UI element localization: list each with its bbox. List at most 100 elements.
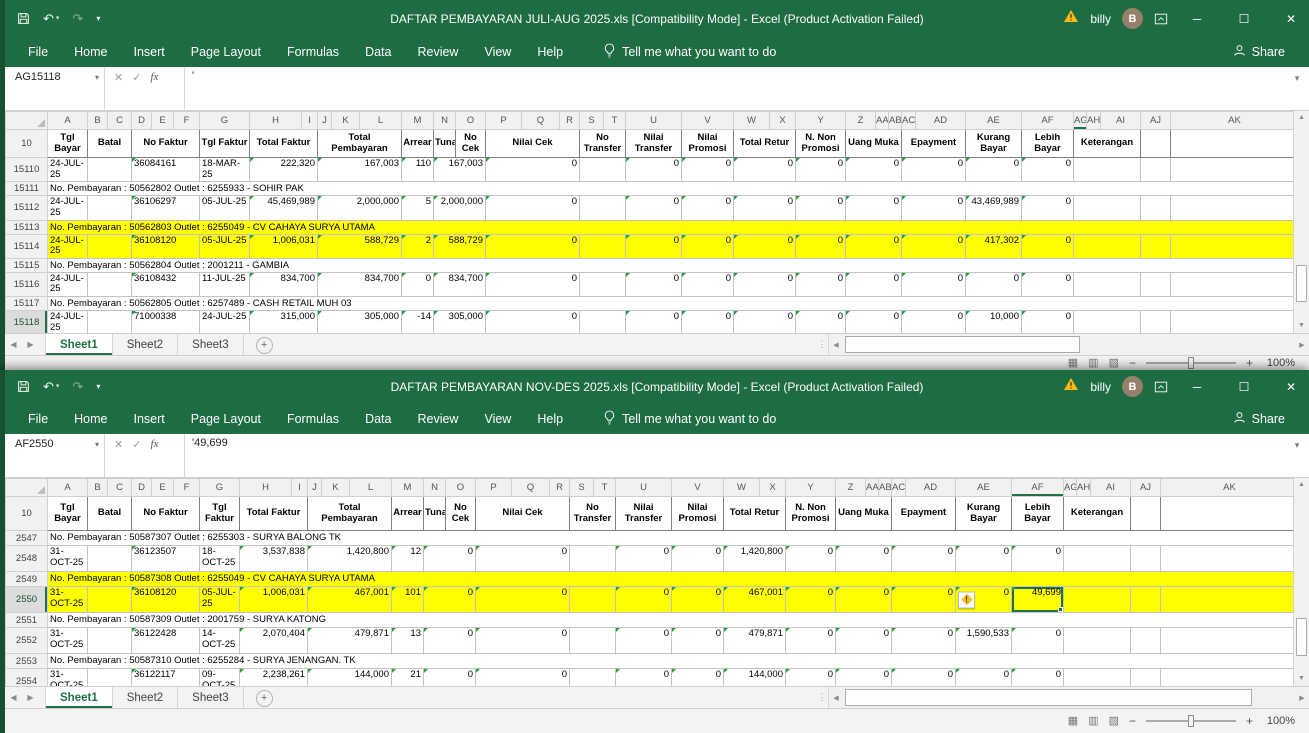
header-cell-tgl-bayar[interactable]: Tgl Bayar [48,497,88,531]
cell-AG2548[interactable] [1064,546,1131,572]
cell-A2548[interactable]: 31-OCT-25 [48,546,88,572]
column-header-Q[interactable]: Q [512,479,550,497]
group-label-cell[interactable]: No. Pembayaran : 50562802 Outlet : 62559… [48,182,1299,196]
cell-AC15118[interactable]: 0 [902,311,966,334]
ribbon-tab-help[interactable]: Help [524,412,576,426]
sheet-nav-left-icon[interactable]: ◀ [5,687,22,708]
cell-Z15112[interactable]: 0 [846,196,902,220]
cell-G15110[interactable]: 18-MAR-25 [200,158,250,182]
cell-AF2548[interactable]: 0 [1012,546,1064,572]
header-cell-keterangan[interactable]: Keterangan [1064,497,1131,531]
cell-AE15112[interactable]: 43,469,989 [966,196,1022,220]
cell-AK2550[interactable] [1161,587,1299,613]
header-cell-total-retur[interactable]: Total Retur [734,130,796,158]
cell-P15110[interactable]: 0 [486,158,580,182]
column-header-Q[interactable]: Q [522,112,560,130]
cell-A15112[interactable]: 24-JUL-25 [48,196,88,220]
cell-AG15110[interactable] [1074,158,1141,182]
column-header-Y[interactable]: Y [786,479,836,497]
scroll-right-icon[interactable]: ▶ [1295,694,1309,702]
column-header-AD[interactable]: AD [916,112,966,130]
cell-H15116[interactable]: 834,700 [250,272,318,296]
header-cell-n-non-promosi[interactable]: N. Non Promosi [796,130,846,158]
cell-A2550[interactable]: 31-OCT-25 [48,587,88,613]
zoom-slider[interactable] [1146,720,1236,722]
row-header-2554[interactable]: 2554 [6,669,48,687]
tab-splitter[interactable]: ⋮ [816,687,828,708]
row-header-10[interactable]: 10 [6,130,48,158]
sheet-tab-sheet2[interactable]: Sheet2 [113,687,178,708]
group-label-cell[interactable]: No. Pembayaran : 50587309 Outlet : 20017… [48,613,1299,628]
column-header-E[interactable]: E [152,112,174,130]
sheet-tab-sheet2[interactable]: Sheet2 [113,334,178,355]
cell-Y2552[interactable]: 0 [786,628,836,654]
cell-A15114[interactable]: 24-JUL-25 [48,234,88,258]
tell-me-box[interactable]: Tell me what you want to do [604,43,776,61]
cell-G15114[interactable]: 05-JUL-25 [200,234,250,258]
user-avatar[interactable]: B [1122,8,1143,29]
redo-icon[interactable]: ↷ [72,380,83,393]
header-cell-arrear[interactable]: Arrear [392,497,424,531]
column-header-AG[interactable]: AG [1074,112,1087,130]
cell-M15118[interactable]: -14 [402,311,434,334]
cell-Z2550[interactable]: 0 [836,587,892,613]
cell-AC15112[interactable]: 0 [902,196,966,220]
column-header-L[interactable]: L [360,112,402,130]
cell-D2552[interactable]: 36122428 [132,628,200,654]
cell-W2550[interactable]: 467,001 [724,587,786,613]
minimize-button[interactable]: ─ [1179,0,1215,37]
ribbon-tab-insert[interactable]: Insert [121,412,178,426]
cell-AC2554[interactable]: 0 [892,669,956,687]
ribbon-tab-insert[interactable]: Insert [121,45,178,59]
zoom-level[interactable]: 100% [1263,715,1295,727]
column-header-AC[interactable]: AC [892,479,906,497]
cell-S15118[interactable] [580,311,626,334]
cell-AK15110[interactable] [1171,158,1299,182]
sheet-nav-right-icon[interactable]: ▶ [22,687,39,708]
cell-Y15118[interactable]: 0 [796,311,846,334]
row-header-2551[interactable]: 2551 [6,613,48,628]
ribbon-tab-data[interactable]: Data [352,45,404,59]
cell-AE2554[interactable]: 0 [956,669,1012,687]
cell-AK15118[interactable] [1171,311,1299,334]
cell-S15116[interactable] [580,272,626,296]
column-header-AJ[interactable]: AJ [1131,479,1161,497]
column-header-AH[interactable]: AH [1077,479,1091,497]
cell-AC15110[interactable]: 0 [902,158,966,182]
new-sheet-button[interactable]: + [256,690,273,707]
cell-AK2554[interactable] [1161,669,1299,687]
zoom-slider-thumb[interactable] [1188,357,1194,369]
scroll-left-icon[interactable]: ◀ [829,341,843,349]
ribbon-display-options-icon[interactable] [1154,12,1168,26]
cell-N2550[interactable]: 0 [424,587,476,613]
page-break-view-icon[interactable]: ▧ [1109,716,1119,727]
column-header-W[interactable]: W [724,479,760,497]
cell-AJ15110[interactable] [1141,158,1171,182]
cell-V15118[interactable]: 0 [682,311,734,334]
enter-icon[interactable]: ✓ [132,438,141,451]
column-header-H[interactable]: H [240,479,292,497]
cell-J2554[interactable]: 144,000 [308,669,392,687]
header-cell-empty[interactable] [1161,497,1299,531]
scroll-left-icon[interactable]: ◀ [829,694,843,702]
cell-AJ2550[interactable] [1131,587,1161,613]
header-cell-total-retur[interactable]: Total Retur [724,497,786,531]
row-header-15118[interactable]: 15118 [6,311,48,334]
cell-G15118[interactable]: 24-JUL-25 [200,311,250,334]
cell-V2550[interactable]: 0 [672,587,724,613]
cell-A2552[interactable]: 31-OCT-25 [48,628,88,654]
cell-AF15114[interactable]: 0 [1022,234,1074,258]
cell-P15114[interactable]: 0 [486,234,580,258]
cell-P2552[interactable]: 0 [476,628,570,654]
cell-AG15118[interactable] [1074,311,1141,334]
cell-AF2554[interactable]: 0 [1012,669,1064,687]
cancel-icon[interactable]: ✕ [114,71,123,84]
column-header-AE[interactable]: AE [956,479,1012,497]
cell-D2550[interactable]: 36108120 [132,587,200,613]
insert-function-icon[interactable]: fx [150,71,158,83]
normal-view-icon[interactable]: ▦ [1068,716,1078,727]
header-cell-nilai-promosi[interactable]: Nilai Promosi [672,497,724,531]
column-header-AK[interactable]: AK [1171,112,1299,130]
cell-W15116[interactable]: 0 [734,272,796,296]
ribbon-tab-view[interactable]: View [471,412,524,426]
